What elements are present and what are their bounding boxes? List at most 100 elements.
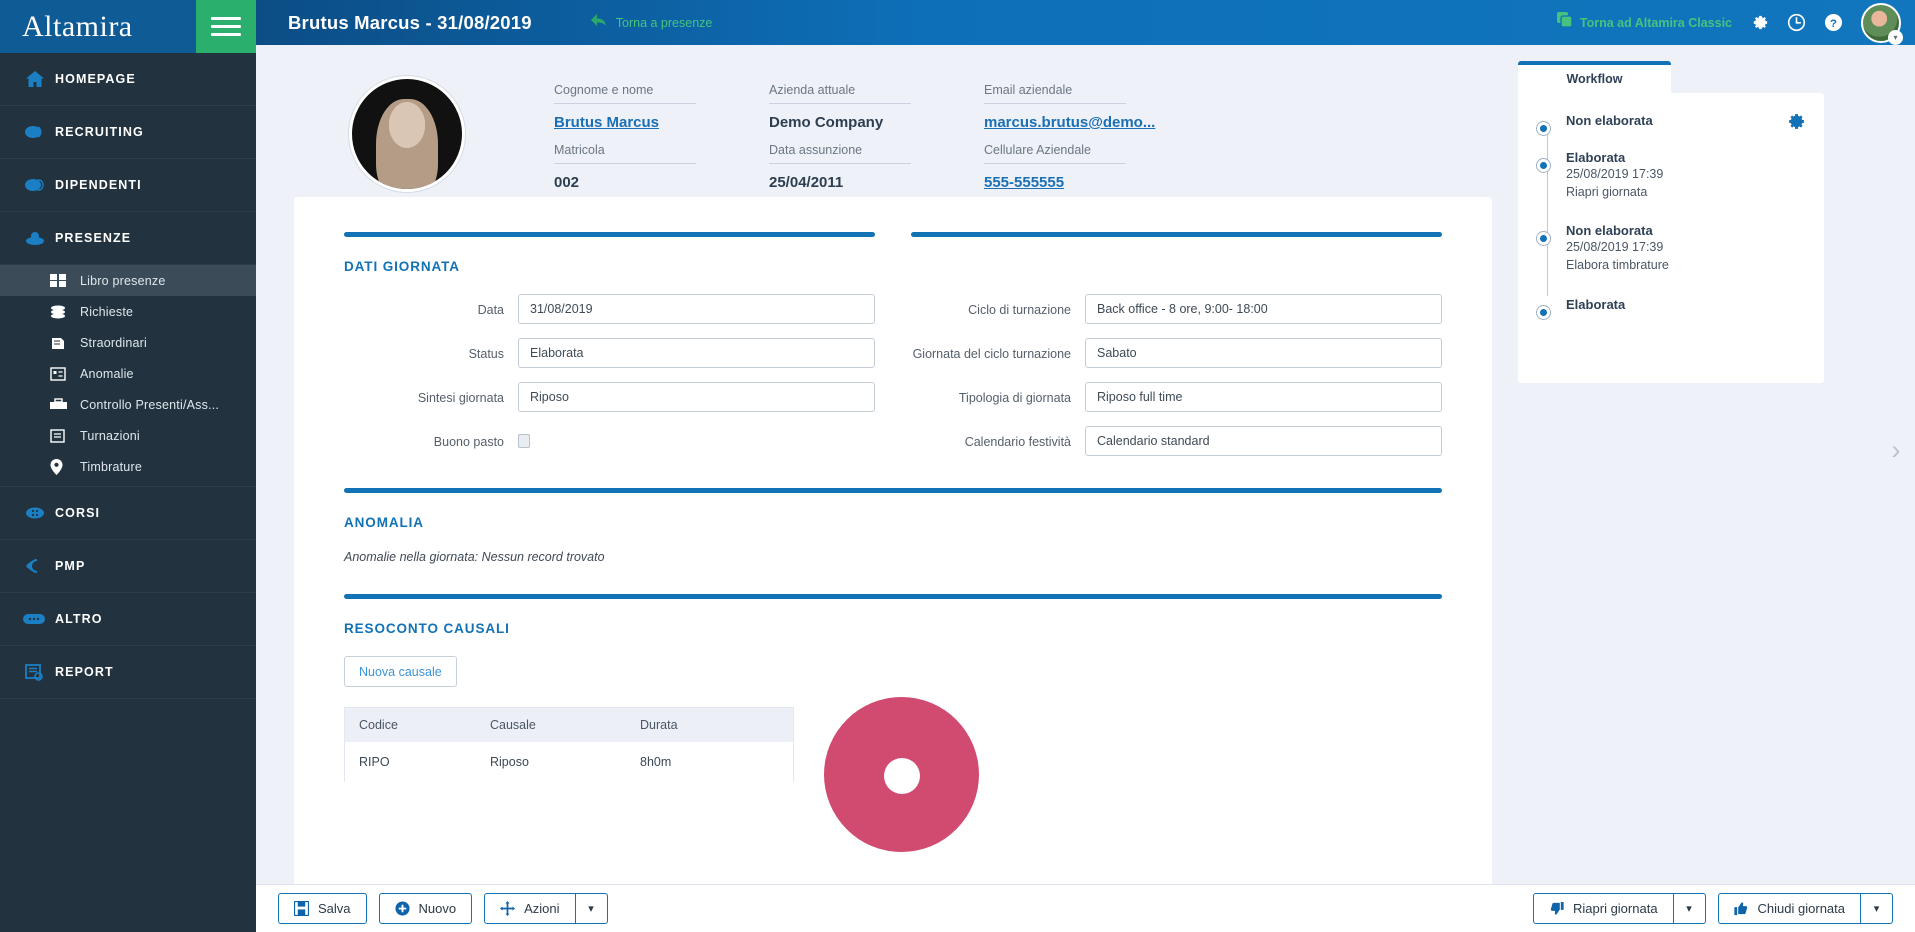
field-row-data: Data 31/08/2019: [344, 294, 875, 324]
back-to-classic-link[interactable]: Torna ad Altamira Classic: [1556, 12, 1732, 33]
workflow-step: Non elaborata 25/08/2019 17:39 Elabora t…: [1536, 223, 1806, 274]
actions-button[interactable]: Azioni: [484, 893, 576, 924]
profile-field: Azienda attuale Demo Company: [769, 83, 984, 131]
hamburger-icon[interactable]: [196, 0, 256, 53]
table-header-row: Codice Causale Durata: [345, 708, 793, 742]
sidebar-item-anomalie[interactable]: Anomalie: [0, 358, 256, 389]
clock-icon[interactable]: [1787, 13, 1806, 32]
topbar-right-group: Torna ad Altamira Classic ? ▾: [1556, 2, 1915, 45]
sidebar-item-corsi[interactable]: CORSI: [0, 487, 256, 540]
field-label: Buono pasto: [433, 435, 504, 449]
actions-split-button: Azioni ▾: [484, 893, 608, 924]
thumbs-down-icon: [1549, 901, 1564, 916]
sidebar-item-straordinari[interactable]: Straordinari: [0, 327, 256, 358]
workflow-step-dot: [1536, 304, 1551, 320]
field-row-calendario-festivita: Calendario festività Calendario standard: [911, 426, 1442, 456]
profile-field: Data assunzione 25/04/2011: [769, 143, 984, 191]
profile-field-value: 25/04/2011: [769, 174, 844, 191]
profile-field-value: Demo Company: [769, 114, 884, 131]
section-title-anomalia: ANOMALIA: [344, 515, 424, 530]
status-input[interactable]: Elaborata: [518, 338, 875, 368]
main-content: ‹ › Cognome e nome Brutus Marcus Azienda…: [256, 45, 1915, 932]
anomalia-note: Anomalie nella giornata: Nessun record t…: [344, 550, 605, 564]
profile-field-label: Data assunzione: [769, 143, 911, 164]
sidebar-subitem-label: Anomalie: [80, 366, 134, 381]
sidebar-item-homepage[interactable]: HOMEPAGE: [0, 53, 256, 106]
sidebar-item-richieste[interactable]: Richieste: [0, 296, 256, 327]
back-to-attendance-label: Torna a presenze: [615, 15, 713, 30]
workflow-step-action: Riapri giornata: [1566, 185, 1648, 200]
employee-fields: Cognome e nome Brutus Marcus Azienda att…: [554, 83, 1199, 191]
profile-field-label: Cellulare Aziendale: [984, 143, 1126, 164]
profile-field-value[interactable]: Brutus Marcus: [554, 104, 769, 131]
reopen-day-button[interactable]: Riapri giornata: [1533, 893, 1674, 924]
courses-icon: [15, 505, 55, 521]
actions-chevron-down-icon[interactable]: ▾: [575, 893, 608, 924]
calendario-festivita-input[interactable]: Calendario standard: [1085, 426, 1442, 456]
sidebar-item-dipendenti[interactable]: DIPENDENTI: [0, 159, 256, 212]
close-chevron-down-icon[interactable]: ▾: [1861, 893, 1893, 924]
svg-text:?: ?: [1830, 18, 1837, 30]
new-button[interactable]: Nuovo: [378, 893, 473, 924]
table-row[interactable]: RIPO Riposo 8h0m: [345, 742, 793, 782]
copy-icon: [1556, 12, 1573, 33]
workflow-step-name: Non elaborata: [1566, 113, 1653, 128]
sidebar-item-timbrature[interactable]: Timbrature: [0, 451, 256, 482]
back-to-attendance-link[interactable]: Torna a presenze: [590, 13, 713, 32]
tipologia-giornata-input[interactable]: Riposo full time: [1085, 382, 1442, 412]
sidebar-item-report[interactable]: REPORT: [0, 646, 256, 699]
chevron-down-icon[interactable]: ▾: [1888, 29, 1903, 45]
sidebar-item-libro-presenze[interactable]: Libro presenze: [0, 265, 256, 296]
sidebar-item-altro[interactable]: ALTRO: [0, 593, 256, 646]
sidebar-item-turnazioni[interactable]: Turnazioni: [0, 420, 256, 451]
clipboard-icon: [50, 428, 80, 443]
sidebar-item-controllo-presenti[interactable]: Controllo Presenti/Ass...: [0, 389, 256, 420]
sintesi-giornata-input[interactable]: Riposo: [518, 382, 875, 412]
next-day-chevron-icon[interactable]: ›: [1885, 430, 1907, 470]
anomalia-section: ANOMALIA Anomalie nella giornata: Nessun…: [294, 488, 1492, 564]
close-day-button[interactable]: Chiudi giornata: [1717, 893, 1861, 924]
profile-field-value[interactable]: marcus.brutus@demo...: [984, 104, 1199, 131]
dati-giornata-right-column: . Ciclo di turnazione Back office - 8 or…: [911, 232, 1442, 470]
sidebar-subitem-label: Richieste: [80, 304, 134, 319]
sidebar-item-presenze[interactable]: PRESENZE: [0, 212, 256, 265]
column-header-causale: Causale: [490, 718, 536, 732]
field-row-tipologia-giornata: Tipologia di giornata Riposo full time: [911, 382, 1442, 412]
sidebar-item-pmp[interactable]: PMP: [0, 540, 256, 593]
sidebar-subitem-label: Libro presenze: [80, 273, 166, 288]
tab-workflow[interactable]: Workflow: [1518, 61, 1671, 93]
field-row-status: Status Elaborata: [344, 338, 875, 368]
sidebar-item-label: PRESENZE: [55, 231, 132, 245]
bottom-action-bar: Salva Nuovo Azioni ▾ Riapri giornata ▾ C…: [256, 884, 1915, 932]
sidebar-item-label: HOMEPAGE: [55, 72, 136, 86]
save-button[interactable]: Salva: [278, 893, 367, 924]
field-row-ciclo-turnazione: Ciclo di turnazione Back office - 8 ore,…: [911, 294, 1442, 324]
sidebar-item-label: ALTRO: [55, 612, 103, 626]
plus-circle-icon: [395, 901, 410, 916]
anomaly-icon: [50, 366, 80, 381]
help-icon[interactable]: ?: [1824, 13, 1843, 32]
resoconto-table: Codice Causale Durata RIPO Riposo 8h0m: [344, 707, 794, 782]
new-label: Nuovo: [418, 901, 457, 916]
actions-label: Azioni: [524, 901, 560, 916]
giornata-ciclo-input[interactable]: Sabato: [1085, 338, 1442, 368]
cell-durata: 8h0m: [640, 755, 672, 769]
data-input[interactable]: 31/08/2019: [518, 294, 875, 324]
user-menu[interactable]: ▾: [1861, 2, 1903, 45]
gear-icon[interactable]: [1750, 13, 1769, 32]
field-label: Calendario festività: [964, 435, 1071, 449]
move-icon: [500, 901, 516, 916]
workflow-step-name: Elaborata: [1566, 150, 1626, 165]
buono-pasto-checkbox[interactable]: [518, 434, 530, 448]
workflow-step-action: Elabora timbrature: [1566, 258, 1669, 273]
home-icon: [15, 70, 55, 88]
reopen-chevron-down-icon[interactable]: ▾: [1673, 893, 1706, 924]
sidebar-item-label: DIPENDENTI: [55, 178, 142, 192]
nuova-causale-button[interactable]: Nuova causale: [344, 656, 457, 687]
sidebar-item-recruiting[interactable]: RECRUITING: [0, 106, 256, 159]
profile-field-label: Email aziendale: [984, 83, 1126, 104]
ciclo-turnazione-input[interactable]: Back office - 8 ore, 9:00- 18:00: [1085, 294, 1442, 324]
field-row-sintesi-giornata: Sintesi giornata Riposo: [344, 382, 875, 412]
briefcase-icon: [50, 398, 80, 411]
profile-field-value[interactable]: 555-555555: [984, 164, 1199, 191]
